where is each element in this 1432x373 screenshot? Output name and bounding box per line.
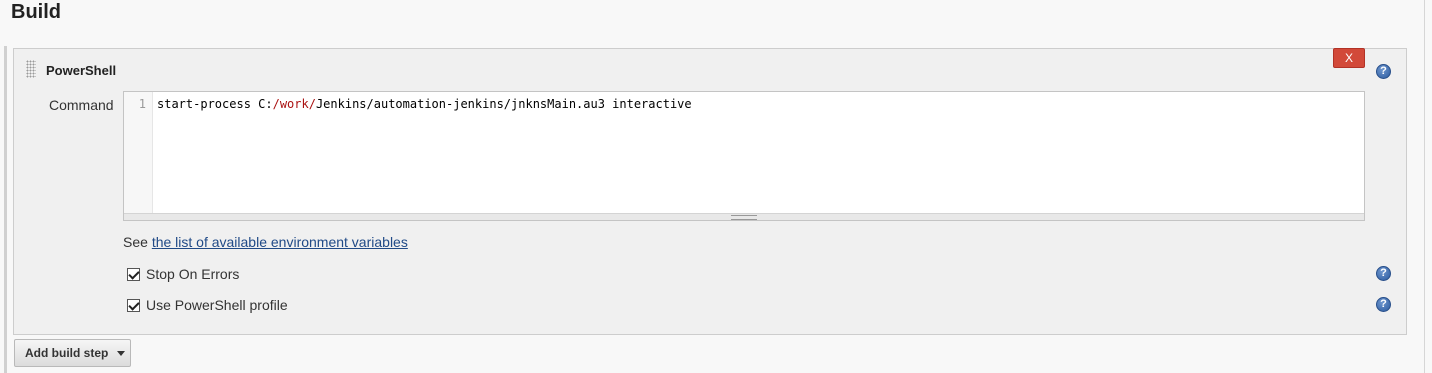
step-title: PowerShell: [46, 63, 117, 78]
page-right-border: [1424, 0, 1425, 373]
use-profile-checkbox[interactable]: [127, 298, 140, 312]
env-vars-note: See the list of available environment va…: [123, 234, 408, 250]
add-build-step-label: Add build step: [25, 346, 109, 360]
line-number: 1: [138, 97, 146, 111]
editor-resize-bar[interactable]: [124, 213, 1364, 220]
command-label: Command: [49, 97, 114, 113]
add-build-step-button[interactable]: Add build step: [14, 339, 131, 367]
stop-on-errors-label[interactable]: Stop On Errors: [146, 266, 239, 282]
code-text-end: Jenkins/automation-jenkins/jnknsMain.au3…: [315, 97, 692, 111]
drag-handle-icon[interactable]: [26, 60, 36, 78]
delete-step-button[interactable]: X: [1333, 48, 1365, 68]
command-editor[interactable]: 1 start-process C:/work/Jenkins/automati…: [123, 91, 1365, 221]
resize-grip-icon[interactable]: [731, 215, 757, 220]
section-title: Build: [11, 1, 61, 23]
chevron-down-icon: [117, 350, 126, 356]
env-vars-prefix: See: [123, 234, 152, 250]
option-use-powershell-profile[interactable]: Use PowerShell profile: [127, 297, 288, 313]
line-number-gutter: 1: [124, 92, 153, 215]
code-text-highlight: /work/: [272, 97, 316, 111]
help-icon[interactable]: ?: [1376, 266, 1391, 281]
stop-on-errors-checkbox[interactable]: [127, 267, 140, 281]
env-vars-link[interactable]: the list of available environment variab…: [152, 234, 408, 250]
help-icon[interactable]: ?: [1376, 64, 1391, 79]
section-left-bar: [4, 46, 7, 373]
command-code[interactable]: start-process C:/work/Jenkins/automation…: [157, 97, 692, 111]
option-stop-on-errors[interactable]: Stop On Errors: [127, 266, 239, 282]
use-profile-label[interactable]: Use PowerShell profile: [146, 297, 288, 313]
code-text-start: start-process C:: [157, 97, 273, 111]
help-icon[interactable]: ?: [1376, 297, 1391, 312]
